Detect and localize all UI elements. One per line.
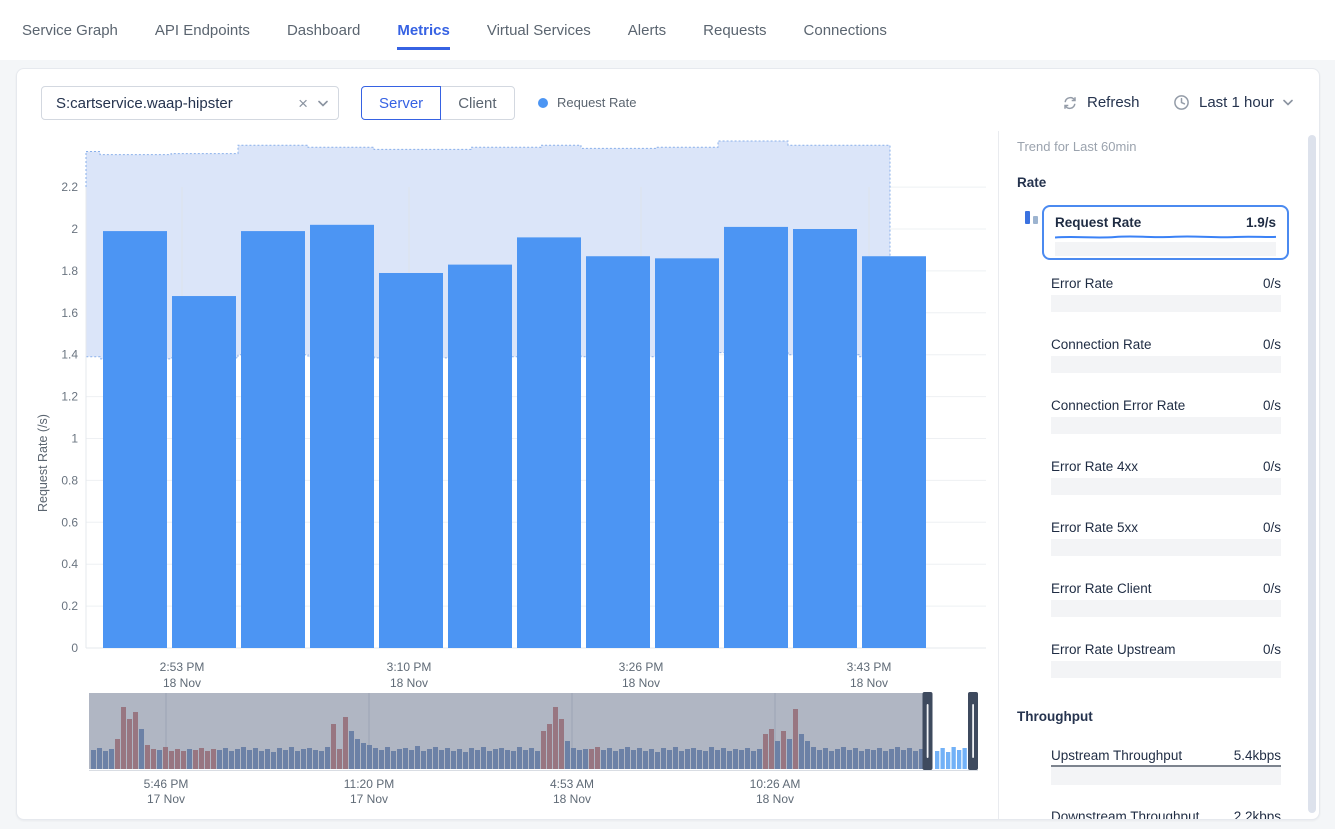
rate-section-title: Rate (1017, 175, 1046, 190)
service-filter-value: S:cartservice.waap-hipster (56, 95, 288, 112)
metric-row-error-rate[interactable]: Error Rate0/s (1051, 275, 1281, 312)
sparkline-placeholder (1051, 478, 1281, 495)
sparkline-placeholder (1051, 600, 1281, 617)
mini-chart-brush[interactable]: 5:46 PM17 Nov 11:20 PM17 Nov 4:53 AM18 Nov… (53, 689, 998, 809)
y-axis-title: Request Rate (/s) (35, 325, 51, 601)
mode-toggle-group: Server Client (361, 86, 515, 120)
request-rate-sparkline (1055, 233, 1276, 242)
nav-item-alerts[interactable]: Alerts (628, 22, 666, 39)
chevron-down-icon (1283, 99, 1293, 106)
svg-text:10:26 AM18 Nov: 10:26 AM18 Nov (750, 777, 801, 806)
sparkline-placeholder (1051, 765, 1281, 785)
metric-row-error-rate-4xx[interactable]: Error Rate 4xx0/s (1051, 458, 1281, 495)
nav-item-requests[interactable]: Requests (703, 22, 766, 39)
sparkline-placeholder (1051, 417, 1281, 434)
svg-text:1: 1 (71, 432, 78, 446)
time-range-selector[interactable]: Last 1 hour (1173, 94, 1293, 111)
sparkline-placeholder (1051, 356, 1281, 373)
refresh-icon (1062, 95, 1078, 111)
throughput-section-title: Throughput (1017, 709, 1093, 724)
refresh-label: Refresh (1087, 94, 1140, 111)
legend-label: Request Rate (557, 95, 637, 110)
metric-row-upstream-throughput[interactable]: Upstream Throughput5.4kbps (1051, 747, 1281, 785)
metric-row-error-rate-upstream[interactable]: Error Rate Upstream0/s (1051, 641, 1281, 678)
top-nav: Service Graph API Endpoints Dashboard Me… (0, 0, 1335, 60)
svg-text:0: 0 (71, 641, 78, 655)
metric-row-error-rate-client[interactable]: Error Rate Client0/s (1051, 580, 1281, 617)
svg-text:0.2: 0.2 (61, 599, 78, 613)
chart-legend: Request Rate (538, 95, 637, 110)
client-mode-button[interactable]: Client (440, 86, 514, 120)
nav-item-connections[interactable]: Connections (804, 22, 887, 39)
metric-row-connection-error-rate[interactable]: Connection Error Rate0/s (1051, 397, 1281, 434)
sparkline-placeholder (1051, 539, 1281, 556)
svg-text:1.6: 1.6 (61, 306, 78, 320)
metric-row-downstream-throughput[interactable]: Downstream Throughput2.2kbps (1051, 808, 1281, 820)
nav-item-service-graph[interactable]: Service Graph (22, 22, 118, 39)
svg-text:4:53 AM18 Nov: 4:53 AM18 Nov (550, 777, 594, 806)
sparkline-placeholder (1051, 661, 1281, 678)
trend-title: Trend for Last 60min (1017, 139, 1136, 154)
svg-text:5:46 PM17 Nov: 5:46 PM17 Nov (144, 777, 189, 806)
bar-chart-icon (1021, 207, 1043, 227)
nav-item-dashboard[interactable]: Dashboard (287, 22, 360, 39)
metric-card-request-rate[interactable]: Request Rate 1.9/s (1042, 205, 1289, 260)
chevron-down-icon[interactable] (318, 100, 328, 107)
clock-icon (1173, 94, 1190, 111)
sparkline-placeholder (1051, 295, 1281, 312)
panel-divider (998, 131, 999, 819)
metric-row-connection-rate[interactable]: Connection Rate0/s (1051, 336, 1281, 373)
sidebar-scrollbar[interactable] (1308, 135, 1316, 813)
server-mode-button[interactable]: Server (361, 86, 441, 120)
main-chart[interactable]: 0 0.2 0.4 0.6 0.8 1 1.2 1.4 1.6 1.8 2 2.2 2:53 PM18 … (53, 135, 998, 691)
svg-text:0.8: 0.8 (61, 473, 78, 487)
svg-text:2.2: 2.2 (61, 180, 78, 194)
metric-label: Request Rate (1055, 215, 1141, 230)
service-filter-select[interactable]: S:cartservice.waap-hipster × (41, 86, 339, 120)
svg-text:11:20 PM17 Nov: 11:20 PM17 Nov (344, 777, 394, 806)
time-range-label: Last 1 hour (1199, 94, 1274, 111)
svg-text:2: 2 (71, 222, 78, 236)
svg-text:1.2: 1.2 (61, 390, 78, 404)
metric-row-error-rate-5xx[interactable]: Error Rate 5xx0/s (1051, 519, 1281, 556)
metrics-panel: S:cartservice.waap-hipster × Server Clie… (16, 68, 1320, 820)
refresh-button[interactable]: Refresh (1062, 94, 1140, 111)
legend-dot-icon (538, 98, 548, 108)
clear-filter-icon[interactable]: × (298, 95, 308, 112)
svg-text:2:53 PM18 Nov: 2:53 PM18 Nov (160, 660, 205, 690)
svg-text:0.6: 0.6 (61, 515, 78, 529)
nav-item-metrics[interactable]: Metrics (397, 22, 450, 39)
sparkline-area (1055, 242, 1276, 256)
nav-item-virtual-services[interactable]: Virtual Services (487, 22, 591, 39)
svg-text:3:10 PM18 Nov: 3:10 PM18 Nov (387, 660, 432, 690)
svg-text:1.4: 1.4 (61, 348, 78, 362)
svg-text:0.4: 0.4 (61, 557, 78, 571)
svg-text:1.8: 1.8 (61, 264, 78, 278)
svg-text:3:43 PM18 Nov: 3:43 PM18 Nov (847, 660, 892, 690)
nav-item-api-endpoints[interactable]: API Endpoints (155, 22, 250, 39)
svg-text:3:26 PM18 Nov: 3:26 PM18 Nov (619, 660, 664, 690)
metric-value: 1.9/s (1246, 215, 1276, 230)
